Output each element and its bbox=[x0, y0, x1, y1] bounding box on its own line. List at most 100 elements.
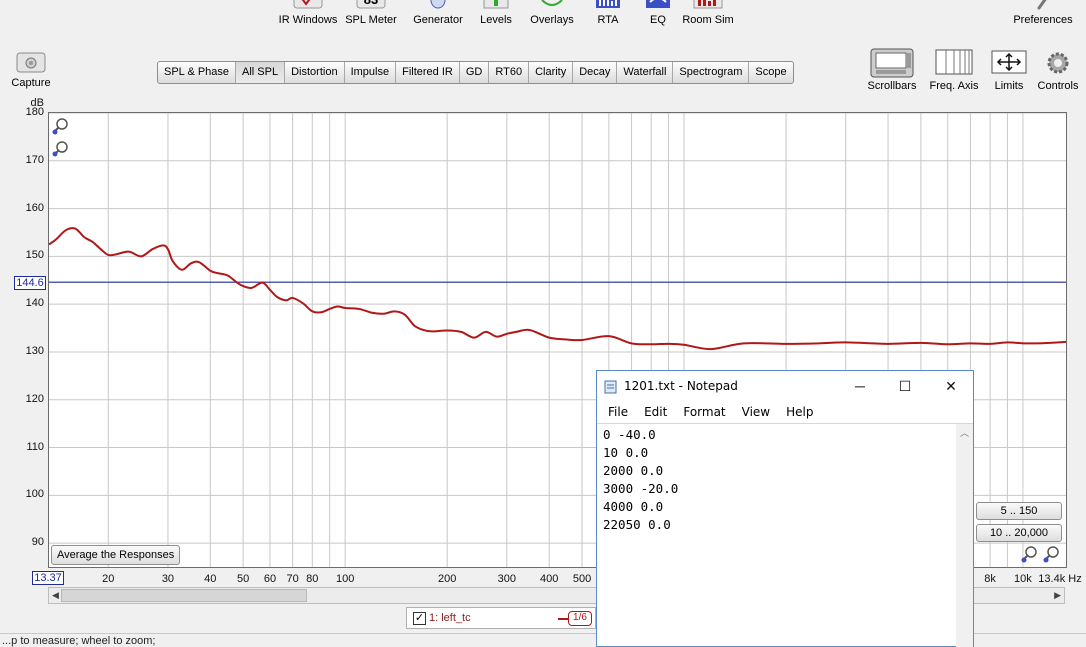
levels-tool[interactable]: Levels bbox=[476, 0, 516, 26]
eq-label: EQ bbox=[650, 14, 666, 26]
generator-icon bbox=[430, 0, 446, 9]
notepad-menu-bar: File Edit Format View Help bbox=[597, 402, 973, 422]
room-sim-label: Room Sim bbox=[682, 14, 734, 26]
y-tick-label: 140 bbox=[25, 297, 44, 310]
y-tick-label: 100 bbox=[25, 488, 44, 501]
x-tick-label: 10k bbox=[1014, 573, 1032, 585]
overlays-icon bbox=[541, 0, 563, 6]
generator-label: Generator bbox=[413, 14, 463, 26]
y-range-button[interactable]: 5 .. 150 bbox=[976, 502, 1062, 520]
scrollbar-thumb[interactable] bbox=[61, 589, 307, 602]
overlays-tool[interactable]: Overlays bbox=[528, 0, 576, 26]
x-range-button[interactable]: 10 .. 20,000 bbox=[976, 524, 1062, 542]
x-tick-label: 70 bbox=[286, 573, 299, 585]
scroll-right-icon[interactable]: ▶ bbox=[1054, 590, 1061, 601]
menu-file[interactable]: File bbox=[600, 402, 636, 422]
rta-tool[interactable]: RTA bbox=[592, 0, 624, 26]
capture-label: Capture bbox=[11, 77, 51, 89]
freq-axis-tool[interactable]: Freq. Axis bbox=[926, 48, 982, 92]
zoom-in-icon[interactable] bbox=[52, 118, 68, 135]
zoom-out-icon[interactable] bbox=[52, 141, 68, 157]
y-tick-label: 180 bbox=[25, 106, 44, 118]
levels-icon bbox=[483, 0, 509, 9]
text-line: 3000 -20.0 bbox=[603, 481, 679, 496]
eq-tool[interactable]: EQ bbox=[642, 0, 674, 26]
graph-tab-strip: SPL & Phase All SPL Distortion Impulse F… bbox=[157, 61, 794, 84]
x-tick-label: 500 bbox=[572, 573, 592, 585]
rta-icon bbox=[596, 0, 620, 8]
scroll-up-icon[interactable]: ︿ bbox=[960, 426, 969, 439]
measurement-chip[interactable]: ✓ 1: left_tc 1/6 bbox=[406, 607, 596, 629]
y-cursor-readout[interactable]: 144.6 bbox=[14, 276, 46, 290]
tab-impulse[interactable]: Impulse bbox=[345, 62, 397, 83]
menu-help[interactable]: Help bbox=[778, 402, 821, 422]
scroll-left-icon[interactable]: ◀ bbox=[52, 590, 59, 601]
smoothing-badge[interactable]: 1/6 bbox=[568, 611, 592, 626]
spl-trace-line bbox=[49, 227, 1066, 351]
limits-tool[interactable]: Limits bbox=[988, 48, 1030, 92]
average-responses-button[interactable]: Average the Responses bbox=[51, 545, 181, 565]
maximize-icon[interactable]: ☐ bbox=[882, 375, 928, 397]
y-tick-label: 160 bbox=[25, 201, 44, 214]
x-tick-label: 20 bbox=[102, 573, 115, 585]
tab-gd[interactable]: GD bbox=[460, 62, 490, 83]
tab-decay[interactable]: Decay bbox=[573, 62, 618, 83]
text-line: 22050 0.0 bbox=[603, 517, 671, 532]
menu-edit[interactable]: Edit bbox=[636, 402, 675, 422]
x-tick-label: 300 bbox=[497, 573, 517, 585]
minimize-icon[interactable]: ─ bbox=[837, 375, 883, 397]
tab-spl-phase[interactable]: SPL & Phase bbox=[158, 62, 237, 83]
scrollbars-tool[interactable]: Scrollbars bbox=[866, 48, 918, 92]
controls-tool[interactable]: Controls bbox=[1036, 48, 1080, 92]
notepad-vertical-scrollbar[interactable]: ︿ bbox=[956, 424, 973, 647]
x-zoom-in-icon[interactable] bbox=[1043, 546, 1059, 563]
measurement-name: 1: left_tc bbox=[429, 612, 471, 624]
spl-meter-tool[interactable]: 83 SPL Meter bbox=[344, 0, 398, 26]
x-tick-label: 8k bbox=[984, 573, 996, 585]
camera-icon bbox=[16, 52, 46, 73]
spl-meter-display: 83 bbox=[364, 0, 378, 7]
text-line: 2000 0.0 bbox=[603, 463, 664, 478]
x-tick-label: 80 bbox=[306, 573, 319, 585]
controls-label: Controls bbox=[1037, 80, 1079, 92]
measurement-checkbox[interactable]: ✓ bbox=[413, 612, 426, 625]
tab-scope[interactable]: Scope bbox=[749, 62, 792, 83]
room-sim-icon bbox=[693, 0, 723, 9]
tab-waterfall[interactable]: Waterfall bbox=[617, 62, 674, 83]
zoom-icons bbox=[52, 118, 68, 157]
tab-all-spl[interactable]: All SPL bbox=[236, 62, 286, 83]
x-cursor-readout[interactable]: 13.37 bbox=[32, 571, 64, 585]
ir-windows-tool[interactable]: IR Windows bbox=[278, 0, 338, 26]
menu-view[interactable]: View bbox=[734, 402, 778, 422]
tab-distortion[interactable]: Distortion bbox=[285, 62, 345, 83]
x-zoom-out-icon[interactable] bbox=[1021, 546, 1037, 563]
preferences-tool[interactable]: Preferences bbox=[1010, 0, 1076, 26]
generator-tool[interactable]: Generator bbox=[410, 0, 466, 26]
notepad-text-area[interactable]: 0 -40.0 10 0.0 2000 0.0 3000 -20.0 4000 … bbox=[597, 423, 973, 647]
levels-label: Levels bbox=[480, 14, 512, 26]
tab-clarity[interactable]: Clarity bbox=[529, 62, 574, 83]
close-icon[interactable]: ✕ bbox=[928, 375, 974, 397]
preferences-icon bbox=[1037, 0, 1047, 10]
capture-tool[interactable]: Capture bbox=[8, 50, 54, 89]
tab-spectrogram[interactable]: Spectrogram bbox=[673, 62, 750, 83]
limits-icon bbox=[991, 50, 1027, 74]
text-line: 0 -40.0 bbox=[603, 427, 656, 442]
text-line: 10 0.0 bbox=[603, 445, 649, 460]
freq-axis-label: Freq. Axis bbox=[929, 80, 979, 92]
notepad-title: 1201.txt - Notepad bbox=[624, 379, 738, 393]
notepad-window[interactable]: 1201.txt - Notepad ─ ☐ ✕ File Edit Forma… bbox=[596, 370, 974, 647]
room-sim-tool[interactable]: Room Sim bbox=[682, 0, 734, 26]
tab-filtered-ir[interactable]: Filtered IR bbox=[396, 62, 460, 83]
tab-rt60[interactable]: RT60 bbox=[489, 62, 530, 83]
text-line: 4000 0.0 bbox=[603, 499, 664, 514]
x-tick-label: 13.4k Hz bbox=[1038, 573, 1082, 585]
spl-meter-label: SPL Meter bbox=[345, 14, 397, 26]
limits-label: Limits bbox=[994, 80, 1024, 92]
notepad-icon bbox=[604, 380, 617, 394]
eq-icon bbox=[646, 0, 670, 8]
menu-format[interactable]: Format bbox=[675, 402, 733, 422]
notepad-title-bar[interactable]: 1201.txt - Notepad ─ ☐ ✕ bbox=[597, 371, 973, 401]
y-tick-label: 170 bbox=[25, 153, 44, 166]
scrollbars-label: Scrollbars bbox=[867, 80, 917, 92]
